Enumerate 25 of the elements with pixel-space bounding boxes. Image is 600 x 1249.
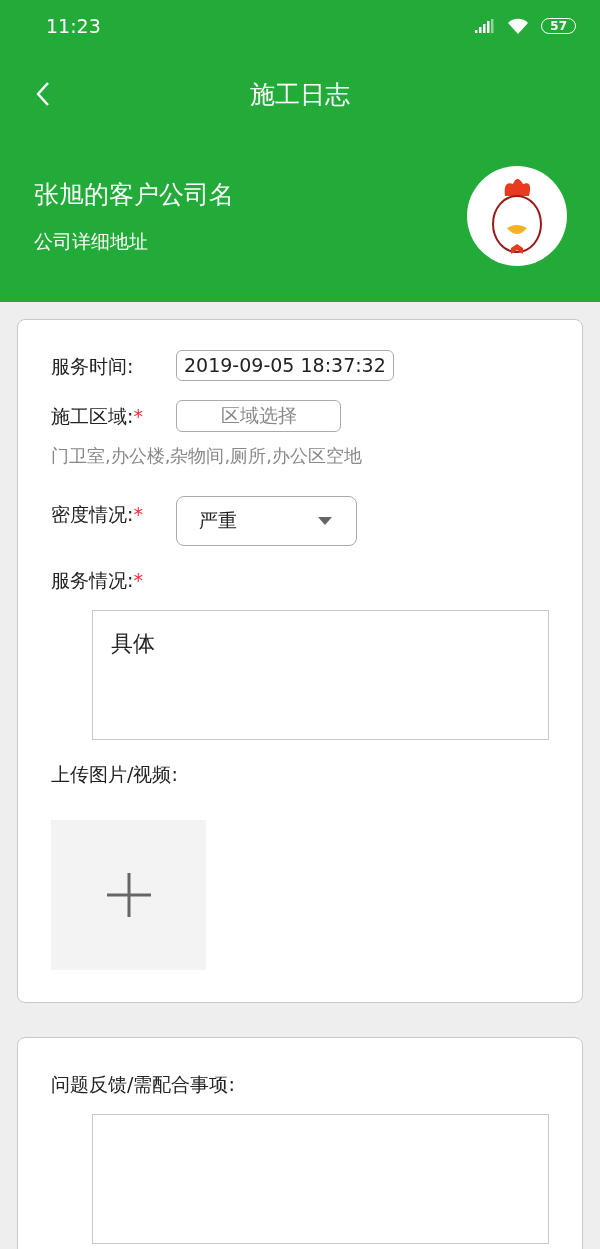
field-label: 问题反馈/需配合事项: — [51, 1073, 235, 1095]
text-area[interactable] — [92, 1114, 549, 1244]
field-label: 密度情况: — [51, 503, 134, 525]
required-mark: * — [133, 405, 143, 427]
signal-icon — [475, 19, 496, 33]
plus-icon — [104, 871, 153, 919]
page-title: 施工日志 — [250, 78, 350, 111]
area-select-button[interactable]: 区域选择 — [176, 400, 341, 432]
wifi-icon — [507, 18, 530, 34]
back-icon — [36, 81, 50, 107]
field-label: 上传图片/视频: — [51, 763, 178, 785]
text-area[interactable]: 具体 — [92, 610, 549, 740]
density-dropdown[interactable]: 严重 — [176, 496, 357, 546]
required-mark: * — [133, 503, 143, 525]
field-label: 服务情况: — [51, 569, 134, 591]
company-address: 公司详细地址 — [34, 228, 149, 254]
upload-tile[interactable] — [51, 820, 206, 970]
caret-icon — [318, 517, 332, 525]
field-label: 施工区域: — [51, 405, 134, 427]
field-label: 服务时间: — [51, 355, 134, 377]
company-name: 张旭的客户公司名 — [34, 178, 234, 211]
required-mark: * — [133, 569, 143, 591]
status-time: 11:23 — [46, 15, 101, 37]
datetime-field[interactable]: 2019-09-05 18:37:32 — [176, 350, 394, 381]
selected-areas: 门卫室,办公楼,杂物间,厕所,办公区空地 — [51, 444, 550, 468]
